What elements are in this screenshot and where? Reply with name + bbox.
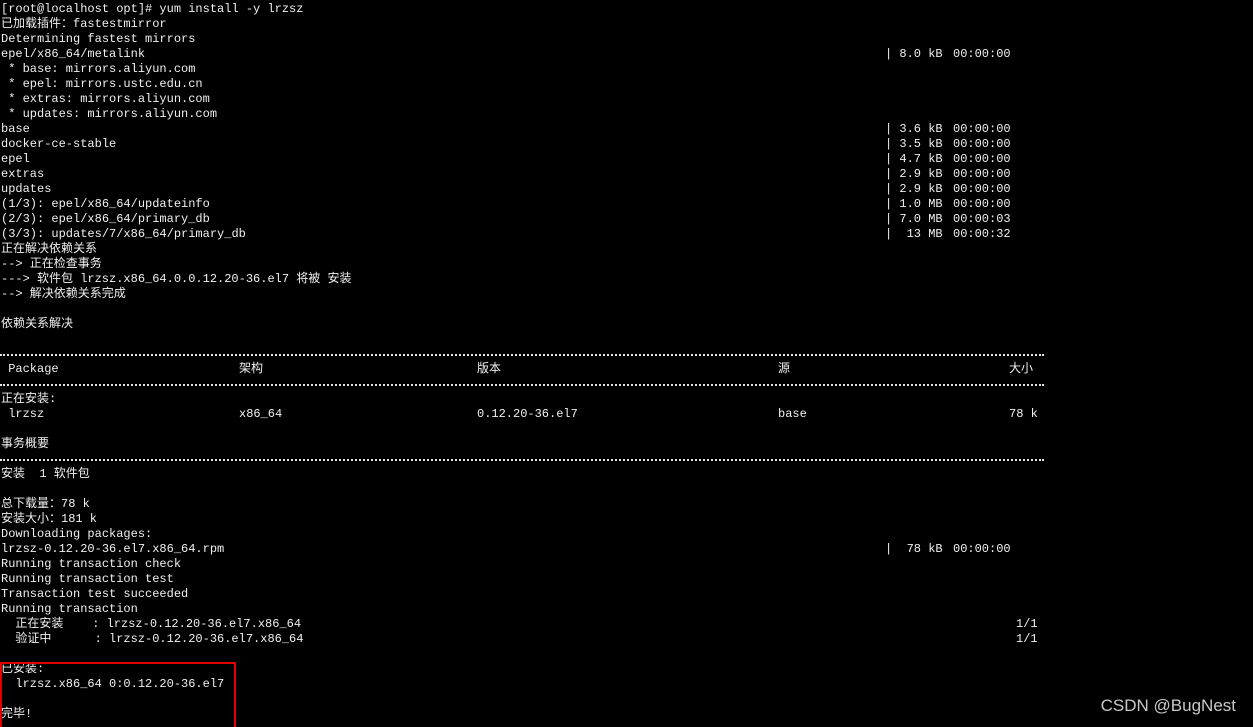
mirror-line: * base: mirrors.aliyun.com bbox=[1, 62, 196, 76]
resolved-heading: 依赖关系解决 bbox=[1, 317, 74, 331]
terminal-window[interactable]: [root@localhost opt]# yum install -y lrz… bbox=[0, 0, 1253, 727]
resolve-line: --> 正在检查事务 bbox=[1, 257, 102, 271]
repo-size: | 1.0 MB bbox=[885, 197, 943, 211]
mirror-line: * updates: mirrors.aliyun.com bbox=[1, 107, 218, 121]
repo-time: 00:00:00 bbox=[953, 197, 1011, 211]
plugin-line: 已加载插件：fastestmirror bbox=[1, 17, 167, 31]
resolve-line: 正在解决依赖关系 bbox=[1, 242, 98, 256]
installed-heading: 已安装: bbox=[1, 662, 45, 676]
repo-size: | 3.6 kB bbox=[885, 122, 943, 136]
row-size: 78 k bbox=[1009, 407, 1038, 421]
progress-count: 1/1 bbox=[1016, 632, 1038, 646]
row-package: lrzsz bbox=[1, 407, 45, 421]
metalink-row: epel/x86_64/metalink | 8.0 kB 00:00:00 bbox=[1, 47, 1253, 62]
repo-size: | 13 MB bbox=[885, 227, 943, 241]
repo-time: 00:00:32 bbox=[953, 227, 1011, 241]
repo-time: 00:00:00 bbox=[953, 137, 1011, 151]
repo-time: 00:00:00 bbox=[953, 122, 1011, 136]
repo-size: | 2.9 kB bbox=[885, 167, 943, 181]
repo-row: base | 3.6 kB 00:00:00 bbox=[1, 122, 1253, 137]
summary-heading: 事务概要 bbox=[1, 437, 50, 451]
transaction-line: Transaction test succeeded bbox=[1, 587, 189, 601]
transaction-line: Running transaction test bbox=[1, 572, 174, 586]
resolve-line: ---> 软件包 lrzsz.x86_64.0.0.12.20-36.el7 将… bbox=[1, 272, 352, 286]
rpm-name: lrzsz-0.12.20-36.el7.x86_64.rpm bbox=[1, 542, 225, 556]
summary-divider bbox=[0, 459, 1044, 461]
watermark: CSDN @BugNest bbox=[1100, 696, 1236, 715]
header-version: 版本 bbox=[477, 362, 502, 376]
repo-time: 00:00:00 bbox=[953, 167, 1011, 181]
header-repo: 源 bbox=[778, 362, 791, 376]
progress-row: 验证中 : lrzsz-0.12.20-36.el7.x86_64 1/1 bbox=[1, 632, 1253, 647]
repo-name: (3/3): updates/7/x86_64/primary_db bbox=[1, 227, 246, 241]
repo-row: docker-ce-stable | 3.5 kB 00:00:00 bbox=[1, 137, 1253, 152]
repo-size: | 7.0 MB bbox=[885, 212, 943, 226]
progress-label: 正在安装 : lrzsz-0.12.20-36.el7.x86_64 bbox=[1, 617, 302, 631]
repo-time: 00:00:00 bbox=[953, 47, 1011, 61]
installed-size-line: 安装大小：181 k bbox=[1, 512, 98, 526]
rpm-size: | 78 kB bbox=[885, 542, 943, 556]
repo-name: docker-ce-stable bbox=[1, 137, 117, 151]
repo-row: updates | 2.9 kB 00:00:00 bbox=[1, 182, 1253, 197]
download-size-line: 总下载量：78 k bbox=[1, 497, 90, 511]
determining-mirrors-line: Determining fastest mirrors bbox=[1, 32, 196, 46]
repo-name: updates bbox=[1, 182, 52, 196]
repo-size: | 4.7 kB bbox=[885, 152, 943, 166]
command-line: [root@localhost opt]# yum install -y lrz… bbox=[1, 2, 304, 16]
header-package: Package bbox=[1, 362, 59, 376]
repo-name: base bbox=[1, 122, 30, 136]
repo-row: (3/3): updates/7/x86_64/primary_db | 13 … bbox=[1, 227, 1253, 242]
rpm-time: 00:00:00 bbox=[953, 542, 1011, 556]
row-repo: base bbox=[778, 407, 807, 421]
table-header: Package 架构 版本 源 大小 bbox=[1, 362, 1253, 377]
done-line: 完毕! bbox=[1, 707, 33, 721]
repo-name: (1/3): epel/x86_64/updateinfo bbox=[1, 197, 210, 211]
repo-size: | 2.9 kB bbox=[885, 182, 943, 196]
header-size: 大小 bbox=[1009, 362, 1034, 376]
repo-size: | 8.0 kB bbox=[885, 47, 943, 61]
rpm-row: lrzsz-0.12.20-36.el7.x86_64.rpm | 78 kB … bbox=[1, 542, 1253, 557]
repo-name: epel/x86_64/metalink bbox=[1, 47, 146, 61]
repo-size: | 3.5 kB bbox=[885, 137, 943, 151]
transaction-line: Running transaction bbox=[1, 602, 138, 616]
installed-package-line: lrzsz.x86_64 0:0.12.20-36.el7 bbox=[1, 677, 225, 691]
progress-count: 1/1 bbox=[1016, 617, 1038, 631]
transaction-line: Running transaction check bbox=[1, 557, 182, 571]
repo-time: 00:00:03 bbox=[953, 212, 1011, 226]
table-divider bbox=[0, 384, 1044, 386]
installing-label: 正在安装: bbox=[1, 392, 57, 406]
table-row: lrzsz x86_64 0.12.20-36.el7 base 78 k bbox=[1, 407, 1253, 422]
progress-label: 验证中 : lrzsz-0.12.20-36.el7.x86_64 bbox=[1, 632, 304, 646]
repo-row: extras | 2.9 kB 00:00:00 bbox=[1, 167, 1253, 182]
header-arch: 架构 bbox=[239, 362, 264, 376]
table-divider bbox=[0, 354, 1044, 356]
repo-time: 00:00:00 bbox=[953, 182, 1011, 196]
mirror-line: * epel: mirrors.ustc.edu.cn bbox=[1, 77, 203, 91]
mirror-line: * extras: mirrors.aliyun.com bbox=[1, 92, 210, 106]
progress-row: 正在安装 : lrzsz-0.12.20-36.el7.x86_64 1/1 bbox=[1, 617, 1253, 632]
repo-name: extras bbox=[1, 167, 45, 181]
install-count-line: 安装 1 软件包 bbox=[1, 467, 90, 481]
row-arch: x86_64 bbox=[239, 407, 283, 421]
repo-time: 00:00:00 bbox=[953, 152, 1011, 166]
repo-row: epel | 4.7 kB 00:00:00 bbox=[1, 152, 1253, 167]
repo-row: (2/3): epel/x86_64/primary_db | 7.0 MB 0… bbox=[1, 212, 1253, 227]
repo-name: epel bbox=[1, 152, 30, 166]
row-version: 0.12.20-36.el7 bbox=[477, 407, 578, 421]
downloading-line: Downloading packages: bbox=[1, 527, 153, 541]
repo-row: (1/3): epel/x86_64/updateinfo | 1.0 MB 0… bbox=[1, 197, 1253, 212]
repo-name: (2/3): epel/x86_64/primary_db bbox=[1, 212, 210, 226]
resolve-line: --> 解决依赖关系完成 bbox=[1, 287, 126, 301]
